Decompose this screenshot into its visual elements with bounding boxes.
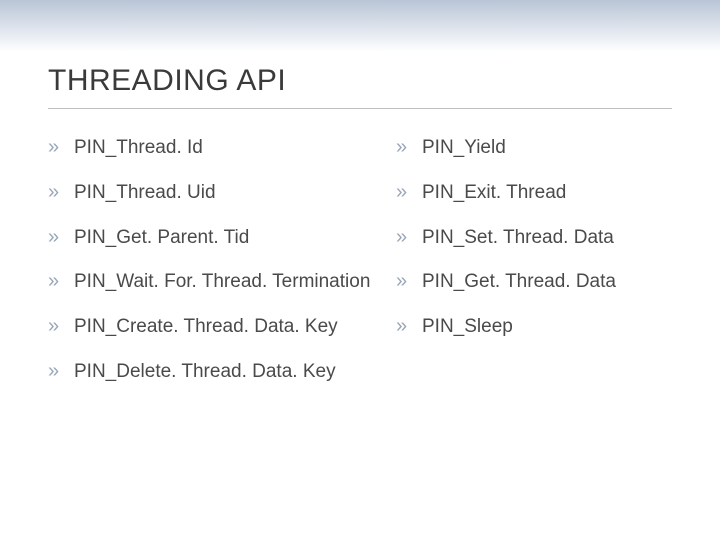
bullet-icon: » [396,137,422,157]
bullet-icon: » [396,182,422,202]
item-label: PIN_Delete. Thread. Data. Key [74,361,336,384]
right-column: » PIN_Yield » PIN_Exit. Thread » PIN_Set… [396,137,656,406]
bullet-icon: » [48,227,74,247]
list-item: » PIN_Delete. Thread. Data. Key [48,361,388,384]
slide-body: THREADING API » PIN_Thread. Id » PIN_Thr… [0,52,720,406]
list-item: » PIN_Wait. For. Thread. Termination [48,271,388,294]
bullet-icon: » [48,361,74,381]
list-item: » PIN_Thread. Id [48,137,388,160]
list-item: » PIN_Exit. Thread [396,182,656,205]
bullet-icon: » [396,316,422,336]
bullet-icon: » [396,227,422,247]
bullet-icon: » [48,316,74,336]
content-columns: » PIN_Thread. Id » PIN_Thread. Uid » PIN… [48,137,672,406]
list-item: » PIN_Get. Parent. Tid [48,227,388,250]
page-title: THREADING API [48,64,672,109]
item-label: PIN_Sleep [422,316,513,339]
item-label: PIN_Exit. Thread [422,182,566,205]
item-label: PIN_Yield [422,137,506,160]
bullet-icon: » [396,271,422,291]
list-item: » PIN_Create. Thread. Data. Key [48,316,388,339]
bullet-icon: » [48,271,74,291]
bullet-icon: » [48,137,74,157]
item-label: PIN_Thread. Id [74,137,203,160]
list-item: » PIN_Get. Thread. Data [396,271,656,294]
list-item: » PIN_Thread. Uid [48,182,388,205]
left-column: » PIN_Thread. Id » PIN_Thread. Uid » PIN… [48,137,388,406]
item-label: PIN_Get. Thread. Data [422,271,616,294]
item-label: PIN_Create. Thread. Data. Key [74,316,338,339]
list-item: » PIN_Set. Thread. Data [396,227,656,250]
item-label: PIN_Set. Thread. Data [422,227,614,250]
item-label: PIN_Wait. For. Thread. Termination [74,271,370,294]
item-label: PIN_Get. Parent. Tid [74,227,249,250]
bullet-icon: » [48,182,74,202]
item-label: PIN_Thread. Uid [74,182,216,205]
list-item: » PIN_Sleep [396,316,656,339]
list-item: » PIN_Yield [396,137,656,160]
header-gradient-band [0,0,720,52]
